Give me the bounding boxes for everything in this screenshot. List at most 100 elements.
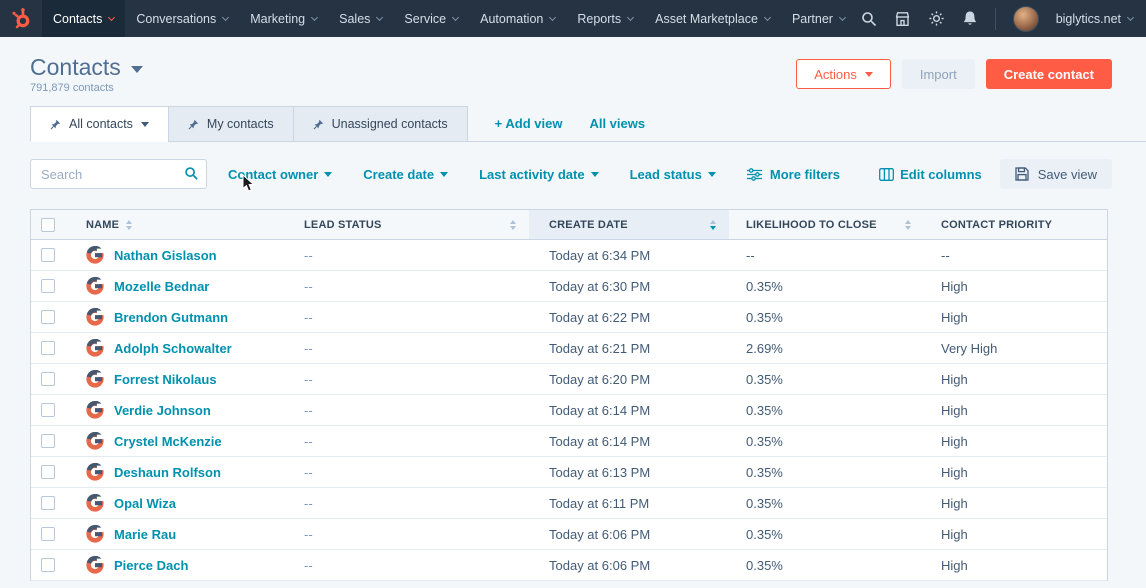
search-input[interactable] <box>30 159 207 189</box>
contact-avatar-icon <box>86 246 104 264</box>
nav-item-service[interactable]: Service <box>393 0 469 37</box>
priority-cell: High <box>941 433 968 449</box>
nav-item-conversations[interactable]: Conversations <box>125 0 239 37</box>
chevron-down-icon <box>1126 13 1135 21</box>
all-views-link[interactable]: All views <box>589 116 645 131</box>
column-header-likelihood-to-close[interactable]: LIKELIHOOD TO CLOSE <box>729 210 924 239</box>
row-checkbox[interactable] <box>41 248 55 262</box>
table-row: Crystel McKenzie -- Today at 6:14 PM 0.3… <box>31 426 1107 457</box>
select-all-checkbox[interactable] <box>41 217 55 232</box>
lead-status-cell: -- <box>304 247 313 263</box>
lead-status-cell: -- <box>304 309 313 325</box>
create-contact-button[interactable]: Create contact <box>985 59 1112 89</box>
nav-item-asset-marketplace[interactable]: Asset Marketplace <box>644 0 781 37</box>
sort-arrows-icon[interactable] <box>905 219 911 230</box>
more-filters-button[interactable]: More filters <box>746 167 840 182</box>
tab-all-contacts[interactable]: All contacts <box>30 106 169 142</box>
tab-label: My contacts <box>206 117 274 131</box>
nav-item-label: Conversations <box>136 11 217 26</box>
tab-my-contacts[interactable]: My contacts <box>167 106 294 142</box>
column-header-lead-status[interactable]: LEAD STATUS <box>291 210 529 239</box>
chevron-down-icon <box>324 171 333 177</box>
column-header-contact-priority[interactable]: CONTACT PRIORITY <box>924 210 1107 239</box>
user-avatar[interactable] <box>1012 5 1039 32</box>
row-checkbox[interactable] <box>41 465 55 479</box>
notifications-icon[interactable] <box>962 10 978 27</box>
sort-arrows-icon[interactable] <box>126 219 133 230</box>
filter-dropdown-contact-owner[interactable]: Contact owner <box>228 167 333 182</box>
row-checkbox[interactable] <box>41 527 55 541</box>
search-box <box>30 159 207 189</box>
row-checkbox[interactable] <box>41 310 55 324</box>
save-view-button[interactable]: Save view <box>999 159 1112 189</box>
contact-avatar-icon <box>86 277 104 295</box>
sort-arrows-icon[interactable] <box>710 219 716 230</box>
settings-icon[interactable] <box>928 10 945 27</box>
row-checkbox[interactable] <box>41 279 55 293</box>
nav-menu: Contacts Conversations Marketing Sales S… <box>42 0 856 37</box>
priority-cell: High <box>941 464 968 480</box>
row-checkbox[interactable] <box>41 434 55 448</box>
lead-status-cell: -- <box>304 526 313 542</box>
likelihood-cell: 0.35% <box>746 526 783 542</box>
row-checkbox[interactable] <box>41 496 55 510</box>
tab-unassigned-contacts[interactable]: Unassigned contacts <box>292 106 468 142</box>
contact-avatar-icon <box>86 556 104 574</box>
chevron-down-icon <box>311 13 319 21</box>
table-row: Opal Wiza -- Today at 6:11 PM 0.35% High <box>31 488 1107 519</box>
contact-avatar-icon <box>86 463 104 481</box>
contact-name-link[interactable]: Marie Rau <box>114 527 176 542</box>
nav-item-marketing[interactable]: Marketing <box>239 0 328 37</box>
account-menu[interactable]: biglytics.net <box>1056 12 1135 26</box>
nav-item-partner[interactable]: Partner <box>781 0 856 37</box>
contact-name-link[interactable]: Opal Wiza <box>114 496 176 511</box>
import-button[interactable]: Import <box>901 59 975 89</box>
columns-icon <box>879 167 895 181</box>
create-date-cell: Today at 6:11 PM <box>549 495 650 511</box>
search-icon[interactable] <box>184 166 199 186</box>
contact-name-link[interactable]: Forrest Nikolaus <box>114 372 217 387</box>
add-view-link[interactable]: + Add view <box>495 116 563 131</box>
sort-arrows-icon[interactable] <box>510 219 516 230</box>
contact-name-link[interactable]: Adolph Schowalter <box>114 341 232 356</box>
marketplace-icon[interactable] <box>894 11 911 27</box>
nav-item-automation[interactable]: Automation <box>469 0 566 37</box>
contact-avatar-icon <box>86 308 104 326</box>
search-icon[interactable] <box>861 11 877 27</box>
chevron-down-icon <box>763 13 771 21</box>
contact-name-link[interactable]: Pierce Dach <box>114 558 188 573</box>
contact-name-link[interactable]: Deshaun Rolfson <box>114 465 221 480</box>
column-header-name[interactable]: NAME <box>65 210 291 239</box>
pin-icon <box>50 119 61 129</box>
filter-dropdown-lead-status[interactable]: Lead status <box>630 167 716 182</box>
chevron-down-icon <box>222 13 230 21</box>
table-row: Adolph Schowalter -- Today at 6:21 PM 2.… <box>31 333 1107 364</box>
nav-item-sales[interactable]: Sales <box>328 0 393 37</box>
column-header-create-date[interactable]: CREATE DATE <box>529 210 729 239</box>
contact-name-link[interactable]: Brendon Gutmann <box>114 310 228 325</box>
nav-item-label: Service <box>404 11 447 26</box>
tabs-group: All contacts My contacts Unassigned cont… <box>30 106 468 142</box>
row-checkbox[interactable] <box>41 372 55 386</box>
edit-columns-button[interactable]: Edit columns <box>879 167 982 182</box>
nav-item-contacts[interactable]: Contacts <box>42 0 126 37</box>
chevron-down-icon <box>707 171 716 177</box>
nav-item-label: Marketing <box>250 11 306 26</box>
row-checkbox[interactable] <box>41 403 55 417</box>
row-checkbox[interactable] <box>41 558 55 572</box>
contact-name-link[interactable]: Mozelle Bednar <box>114 279 209 294</box>
likelihood-cell: -- <box>746 247 755 263</box>
contact-name-link[interactable]: Crystel McKenzie <box>114 434 222 449</box>
actions-button[interactable]: Actions <box>796 59 891 89</box>
likelihood-cell: 0.35% <box>746 495 783 511</box>
chevron-down-icon <box>130 65 143 73</box>
chevron-down-icon <box>108 13 116 21</box>
contact-name-link[interactable]: Nathan Gislason <box>114 248 217 263</box>
row-checkbox[interactable] <box>41 341 55 355</box>
contact-name-link[interactable]: Verdie Johnson <box>114 403 211 418</box>
nav-item-reports[interactable]: Reports <box>566 0 644 37</box>
lead-status-cell: -- <box>304 371 313 387</box>
filter-dropdown-create-date[interactable]: Create date <box>363 167 449 182</box>
hubspot-logo-icon[interactable] <box>0 0 42 37</box>
filter-dropdown-last-activity-date[interactable]: Last activity date <box>479 167 599 182</box>
